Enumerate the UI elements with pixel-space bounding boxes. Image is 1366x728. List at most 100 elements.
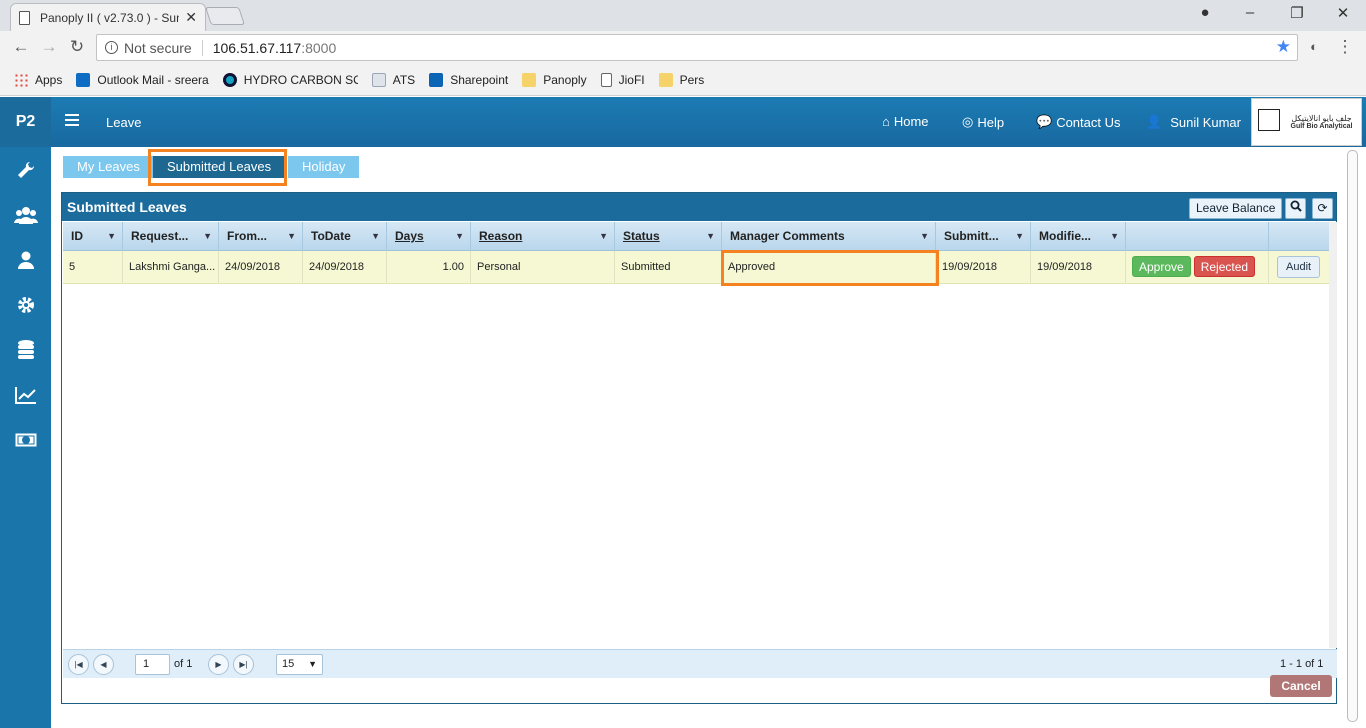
bookmark-label: JioFI — [618, 72, 645, 87]
info-icon[interactable]: i — [105, 41, 118, 54]
audit-button[interactable]: Audit — [1277, 256, 1321, 278]
bookmark-outlook[interactable]: Outlook Mail - sreera — [76, 72, 209, 87]
bookmark-jiofi[interactable]: JioFI — [600, 72, 645, 87]
search-icon[interactable] — [1285, 198, 1306, 219]
first-page-icon[interactable]: |◀ — [68, 654, 89, 675]
page-number-input[interactable]: 1 — [135, 654, 170, 675]
cell-audit: Audit — [1269, 251, 1329, 284]
column-header-todate[interactable]: ToDate ▼ — [303, 222, 387, 251]
chevron-down-icon: ▼ — [1015, 231, 1024, 241]
chevron-down-icon: ▼ — [287, 231, 296, 241]
submitted-leaves-panel: Submitted Leaves Leave Balance ⟳ ID ▼ Req… — [61, 192, 1337, 704]
nav-user[interactable]: 👤 Sunil Kumar — [1146, 114, 1241, 130]
address-bar[interactable]: i Not secure 106.51.67.117 :8000 ★ — [96, 34, 1298, 61]
minimize-icon[interactable]: – — [1235, 4, 1265, 21]
close-window-icon[interactable]: ✕ — [1328, 4, 1358, 22]
cell-from: 24/09/2018 — [219, 251, 303, 284]
wrench-icon[interactable] — [0, 147, 51, 192]
page-size-select[interactable]: 15 ▼ — [276, 654, 323, 675]
column-header-requester[interactable]: Request... ▼ — [123, 222, 219, 251]
nav-help[interactable]: ◎ Help — [962, 114, 1004, 130]
folder-icon — [522, 72, 537, 87]
bookmark-hydro-carbon[interactable]: HYDRO CARBON SOL — [222, 72, 358, 87]
security-label: Not secure — [124, 39, 192, 56]
chevron-down-icon: ▼ — [599, 231, 608, 241]
extension-icon[interactable]: ◐ — [1303, 36, 1325, 58]
tab-my-leaves[interactable]: My Leaves — [63, 156, 154, 178]
user-icon[interactable] — [0, 237, 51, 282]
user-icon: 👤 — [1146, 114, 1163, 129]
page-size-value: 15 — [282, 658, 295, 670]
refresh-icon[interactable]: ⟳ — [1312, 198, 1333, 219]
chevron-down-icon: ▼ — [371, 231, 380, 241]
back-icon[interactable]: ← — [10, 36, 32, 58]
page-scrollbar[interactable] — [1347, 150, 1358, 722]
bookmark-ats[interactable]: ATS — [371, 72, 415, 87]
cell-todate: 24/09/2018 — [303, 251, 387, 284]
rejected-button[interactable]: Rejected — [1193, 256, 1256, 277]
column-header-from[interactable]: From... ▼ — [219, 222, 303, 251]
page-icon — [19, 10, 30, 25]
database-icon[interactable] — [0, 327, 51, 372]
cell-id: 5 — [63, 251, 123, 284]
bookmark-label: Panoply — [543, 72, 587, 87]
nav-home[interactable]: ⌂ Home — [882, 114, 929, 129]
tab-holiday[interactable]: Holiday — [288, 156, 360, 178]
nav-home-label: Home — [893, 114, 929, 129]
cell-modified: 19/09/2018 — [1031, 251, 1126, 284]
bookmark-label: Pers — [679, 72, 705, 87]
nav-contact[interactable]: 💬 Contact Us — [1036, 114, 1121, 130]
bookmark-sharepoint[interactable]: Sharepoint — [429, 72, 509, 87]
reload-icon[interactable]: ↻ — [66, 36, 88, 58]
bookmark-pers[interactable]: Pers — [658, 72, 705, 87]
bookmark-star-icon[interactable]: ★ — [1276, 37, 1291, 57]
cell-status: Submitted — [615, 251, 722, 284]
hamburger-menu-icon[interactable] — [65, 114, 79, 126]
tab-submitted-leaves[interactable]: Submitted Leaves — [153, 156, 286, 178]
cancel-button[interactable]: Cancel — [1270, 675, 1332, 697]
users-group-icon[interactable] — [0, 192, 51, 237]
column-header-days[interactable]: Days ▼ — [387, 222, 471, 251]
column-header-manager-comments[interactable]: Manager Comments ▼ — [722, 222, 936, 251]
previous-page-icon[interactable]: ◀ — [93, 654, 114, 675]
grid-scrollbar[interactable] — [1329, 222, 1337, 648]
chevron-down-icon: ▼ — [308, 659, 317, 669]
line-chart-icon[interactable] — [0, 372, 51, 417]
column-header-id[interactable]: ID ▼ — [63, 222, 123, 251]
chevron-down-icon: ▼ — [920, 231, 929, 241]
maximize-icon[interactable]: ❐ — [1282, 4, 1312, 22]
column-header-reason[interactable]: Reason ▼ — [471, 222, 615, 251]
page-icon — [600, 72, 612, 87]
app-brand[interactable]: P2 — [0, 97, 51, 147]
cell-reason: Personal — [471, 251, 615, 284]
column-header-status[interactable]: Status ▼ — [615, 222, 722, 251]
money-icon[interactable] — [0, 417, 51, 462]
next-page-icon[interactable]: ▶ — [208, 654, 229, 675]
profile-icon[interactable]: ● — [1190, 4, 1220, 21]
column-header-modified[interactable]: Modifie... ▼ — [1031, 222, 1126, 251]
cell-submitted: 19/09/2018 — [936, 251, 1031, 284]
new-tab-button[interactable] — [205, 7, 245, 25]
leave-balance-button[interactable]: Leave Balance — [1189, 198, 1283, 219]
approve-button[interactable]: Approve — [1132, 256, 1191, 277]
column-header-submitted[interactable]: Submitt... ▼ — [936, 222, 1031, 251]
table-row[interactable]: 5 Lakshmi Ganga... 24/09/2018 24/09/2018… — [63, 251, 1329, 284]
bookmark-panoply[interactable]: Panoply — [522, 72, 587, 87]
menu-icon[interactable]: ⋮ — [1334, 36, 1356, 58]
bookmark-label: Outlook Mail - sreera — [97, 72, 209, 87]
close-tab-icon[interactable]: ✕ — [185, 9, 197, 26]
bookmark-label: Sharepoint — [450, 72, 509, 87]
gear-icon[interactable] — [0, 282, 51, 327]
last-page-icon[interactable]: ▶| — [233, 654, 254, 675]
chevron-down-icon: ▼ — [107, 231, 116, 241]
browser-toolbar: ← → ↻ i Not secure 106.51.67.117 :8000 ★… — [0, 31, 1366, 64]
page-icon — [371, 72, 386, 87]
address-host: 106.51.67.117 — [212, 39, 302, 56]
browser-tab[interactable]: Panoply II ( v2.73.0 ) - Sun ✕ — [10, 3, 206, 31]
leaves-grid: ID ▼ Request... ▼ From... ▼ ToDate ▼ Days ▼ R… — [63, 222, 1329, 284]
sharepoint-icon — [429, 72, 444, 87]
apps-grid-icon — [14, 72, 28, 87]
bookmark-apps[interactable]: Apps — [14, 72, 62, 87]
chevron-down-icon: ▼ — [455, 231, 464, 241]
forward-icon[interactable]: → — [38, 36, 60, 58]
